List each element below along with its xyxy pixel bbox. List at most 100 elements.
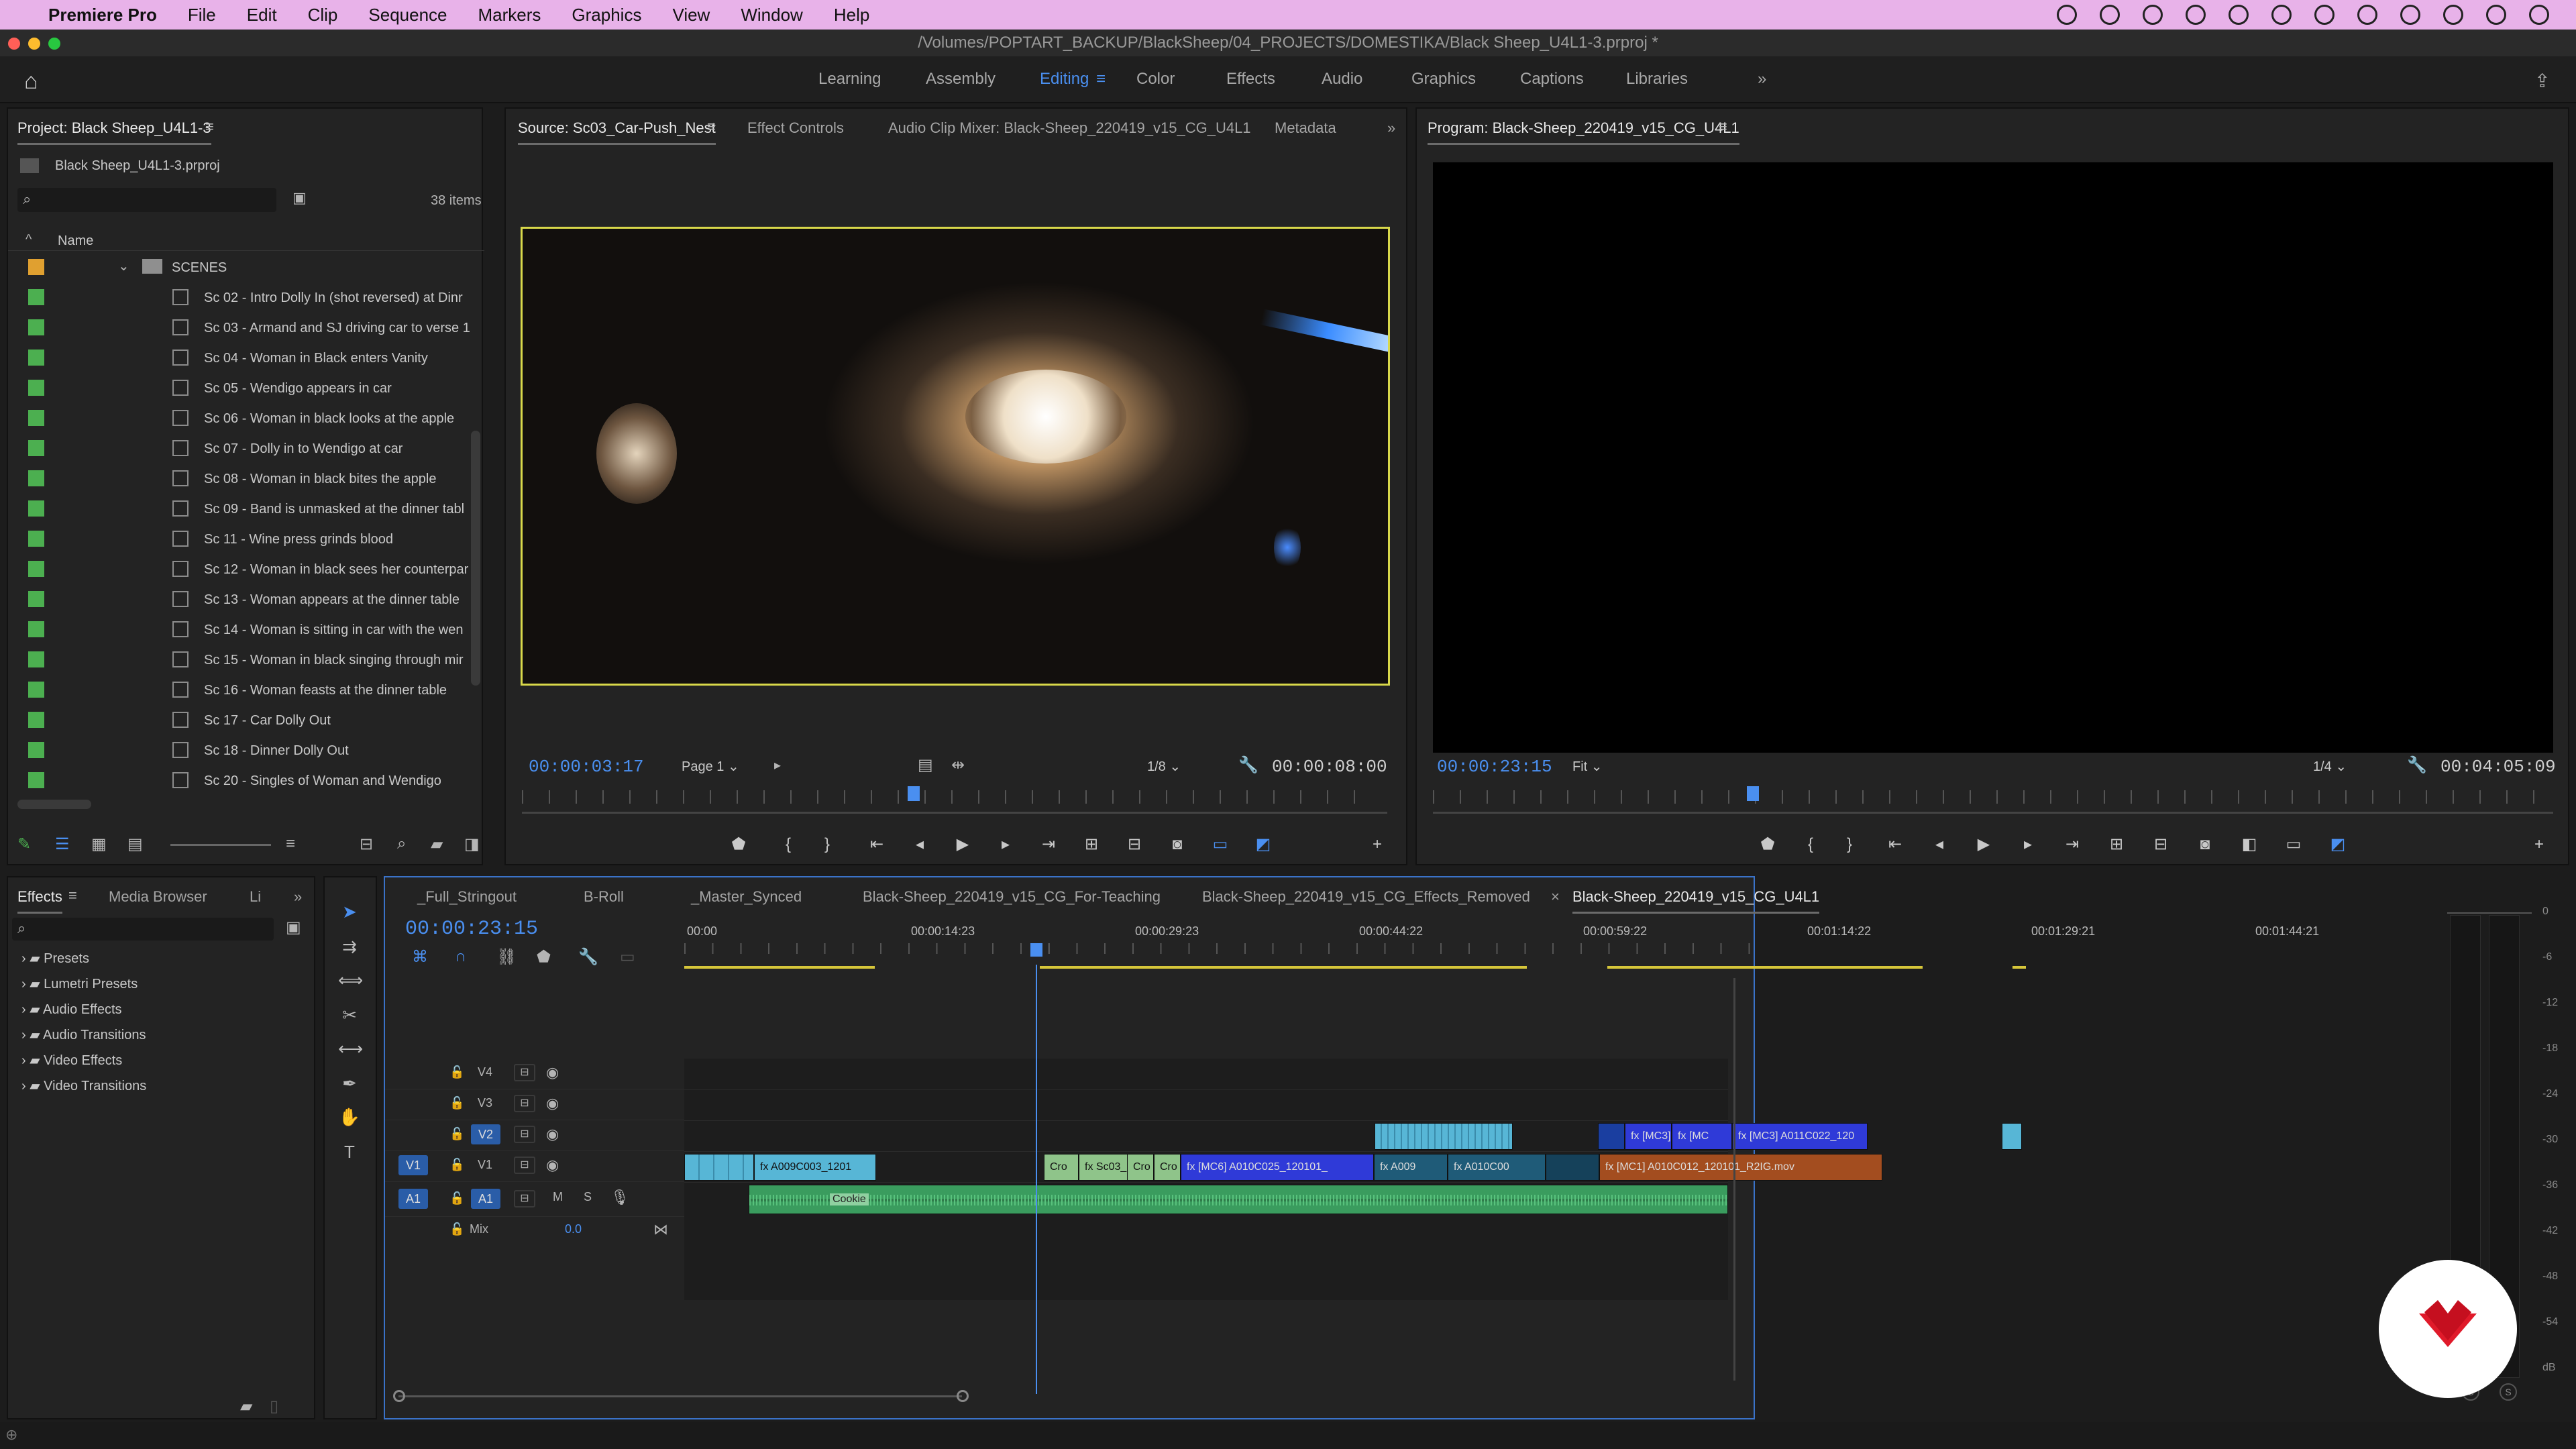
pen-tool-icon[interactable]: ✒ — [338, 1073, 361, 1096]
nest-icon[interactable]: ⌘ — [412, 947, 428, 967]
razor-icon[interactable]: ✂ — [338, 1005, 361, 1028]
list-scrollbar[interactable] — [471, 431, 480, 686]
clip-v2[interactable] — [1375, 1123, 1513, 1150]
safe-margins-icon[interactable]: ▭ — [1212, 836, 1229, 853]
sync-lock-icon[interactable]: ⊟ — [514, 1126, 535, 1143]
source-tab[interactable]: Source: Sc03_Car-Push_Nest — [518, 119, 716, 145]
eye-icon[interactable]: ◉ — [546, 1126, 559, 1143]
track-target[interactable]: V2 — [471, 1124, 500, 1144]
sync-icon[interactable] — [2100, 5, 2120, 25]
add-marker-icon[interactable]: ⬟ — [1759, 836, 1776, 853]
microphone-icon[interactable]: 🎙 — [610, 1189, 629, 1206]
step-back-icon[interactable]: ◂ — [1931, 836, 1948, 853]
insert-icon[interactable]: ⊞ — [1083, 836, 1100, 853]
go-to-in-icon[interactable]: ⇤ — [868, 836, 885, 853]
vertical-scrollbar[interactable] — [1733, 978, 1735, 1381]
mark-in-icon[interactable]: { — [780, 836, 797, 853]
new-bin-icon[interactable]: ▣ — [286, 918, 301, 937]
clip-v1[interactable]: Cro — [1154, 1154, 1181, 1181]
status-icon[interactable]: ⊕ — [5, 1426, 17, 1444]
clip-v1[interactable]: fx A009C003_1201 — [754, 1154, 876, 1181]
timeline-playhead-handle[interactable] — [1030, 943, 1042, 957]
panel-menu-icon[interactable]: ≡ — [707, 118, 716, 136]
menu-help[interactable]: Help — [834, 5, 869, 25]
automate-icon[interactable]: ⊟ — [360, 835, 373, 854]
folder-row[interactable]: ⌄ SCENES — [8, 252, 484, 282]
solo-button[interactable]: S — [584, 1190, 592, 1204]
comparison-icon[interactable]: ◧ — [2241, 836, 2258, 853]
lock-icon[interactable]: 🔓 — [449, 1222, 464, 1236]
fit-select[interactable]: Fit ⌄ — [1572, 755, 1646, 777]
tab-u4l1[interactable]: Black-Sheep_220419_v15_CG_U4L1 — [1572, 888, 1820, 914]
type-tool-icon[interactable]: T — [338, 1142, 361, 1165]
compare-icon[interactable]: ◩ — [1254, 836, 1272, 853]
zoom-handle[interactable] — [957, 1390, 969, 1402]
page-select[interactable]: Page 1 ⌄ — [682, 755, 762, 777]
tab-effects-removed[interactable]: Black-Sheep_220419_v15_CG_Effects_Remove… — [1202, 888, 1530, 906]
project-item-row[interactable]: Sc 16 - Woman feasts at the dinner table — [8, 675, 471, 705]
eye-icon[interactable]: ◉ — [546, 1157, 559, 1174]
more-panels-icon[interactable]: » — [294, 888, 302, 906]
program-tab[interactable]: Program: Black-Sheep_220419_v15_CG_U4L1 — [1428, 119, 1739, 145]
workspace-effects[interactable]: Effects — [1226, 70, 1275, 89]
sync-lock-icon[interactable]: ⊟ — [514, 1095, 535, 1112]
workspace-assembly[interactable]: Assembly — [926, 70, 996, 89]
wifi-icon[interactable] — [2314, 5, 2334, 25]
selection-tool-icon[interactable]: ➤ — [338, 902, 361, 924]
folder-icon[interactable]: ▰ — [240, 1397, 252, 1416]
icon-view-icon[interactable]: ▦ — [91, 835, 107, 854]
track-select-icon[interactable]: ⇉ — [338, 936, 361, 959]
resolution-select[interactable]: 1/8 ⌄ — [1147, 755, 1228, 777]
source-zoom-bar[interactable] — [522, 812, 1387, 814]
snap-icon[interactable]: ∩ — [455, 947, 466, 966]
source-timecode[interactable]: 00:00:03:17 — [529, 757, 644, 777]
lock-icon[interactable]: 🔓 — [449, 1191, 464, 1205]
clip-v1[interactable]: fx [MC6] A010C025_120101_ — [1181, 1154, 1374, 1181]
add-marker-icon[interactable]: ⬟ — [537, 947, 551, 967]
project-item-row[interactable]: Sc 20 - Singles of Woman and Wendigo — [8, 765, 471, 796]
source-time-ruler[interactable] — [522, 786, 1394, 806]
keyboard-icon[interactable] — [2443, 5, 2463, 25]
play-button-icon[interactable]: ▶ — [1975, 836, 1992, 853]
effects-folder-item[interactable]: › ▰ Video Transitions — [21, 1077, 146, 1094]
libraries-tab[interactable]: Li — [250, 888, 261, 906]
captions-icon[interactable]: ▭ — [620, 947, 635, 967]
step-forward-icon[interactable]: ▸ — [997, 836, 1014, 853]
gear-icon[interactable] — [2143, 5, 2163, 25]
clip-v1[interactable]: Cro — [1127, 1154, 1154, 1181]
project-item-row[interactable]: Sc 11 - Wine press grinds blood — [8, 524, 471, 554]
source-patch-a1[interactable]: A1 — [398, 1189, 428, 1209]
clip-icon[interactable]: ▤ — [918, 755, 933, 775]
add-button-icon[interactable]: + — [2530, 836, 2548, 853]
effects-folder-item[interactable]: › ▰ Presets — [21, 950, 89, 967]
clip-v1[interactable]: fx A009 — [1374, 1154, 1448, 1181]
project-item-row[interactable]: Sc 09 - Band is unmasked at the dinner t… — [8, 494, 471, 524]
menu-clip[interactable]: Clip — [308, 5, 338, 25]
workspace-learning[interactable]: Learning — [818, 70, 881, 89]
new-bin-button-icon[interactable]: ▰ — [431, 835, 443, 854]
lock-icon[interactable]: 🔓 — [449, 1096, 464, 1110]
menu-markers[interactable]: Markers — [478, 5, 541, 25]
effects-folder-item[interactable]: › ▰ Lumetri Presets — [21, 975, 138, 992]
clip-v2[interactable]: fx [MC3] A011C022_120 — [1732, 1123, 1868, 1150]
workspace-editing[interactable]: Editing — [1040, 70, 1089, 89]
program-timecode[interactable]: 00:00:23:15 — [1437, 757, 1552, 777]
effects-folder-item[interactable]: › ▰ Audio Transitions — [21, 1026, 146, 1043]
project-item-row[interactable]: Sc 06 - Woman in black looks at the appl… — [8, 403, 471, 433]
project-search-input[interactable]: ⌕ — [17, 188, 276, 212]
program-playhead[interactable] — [1746, 786, 1759, 801]
clip-v2[interactable] — [1598, 1123, 1625, 1150]
extract-icon[interactable]: ⊟ — [2152, 836, 2169, 853]
freeform-view-icon[interactable]: ▤ — [127, 835, 143, 854]
timeline-ruler[interactable]: 00:00 00:00:14:23 00:00:29:23 00:00:44:22 00… — [684, 916, 2319, 963]
linked-selection-icon[interactable]: ⛓ — [496, 947, 517, 967]
project-item-row[interactable]: Sc 08 - Woman in black bites the apple — [8, 464, 471, 494]
mark-out-icon[interactable]: } — [818, 836, 836, 853]
more-panels-icon[interactable]: » — [1387, 119, 1395, 137]
effect-controls-tab[interactable]: Effect Controls — [747, 119, 844, 137]
project-tab[interactable]: Project: Black Sheep_U4L1-3 — [17, 119, 211, 145]
project-item-row[interactable]: Sc 03 - Armand and SJ driving car to ver… — [8, 313, 471, 343]
sort-icon[interactable]: ^ — [25, 232, 32, 248]
home-status-icon[interactable] — [2271, 5, 2292, 25]
project-item-row[interactable]: Sc 15 - Woman in black singing through m… — [8, 645, 471, 675]
